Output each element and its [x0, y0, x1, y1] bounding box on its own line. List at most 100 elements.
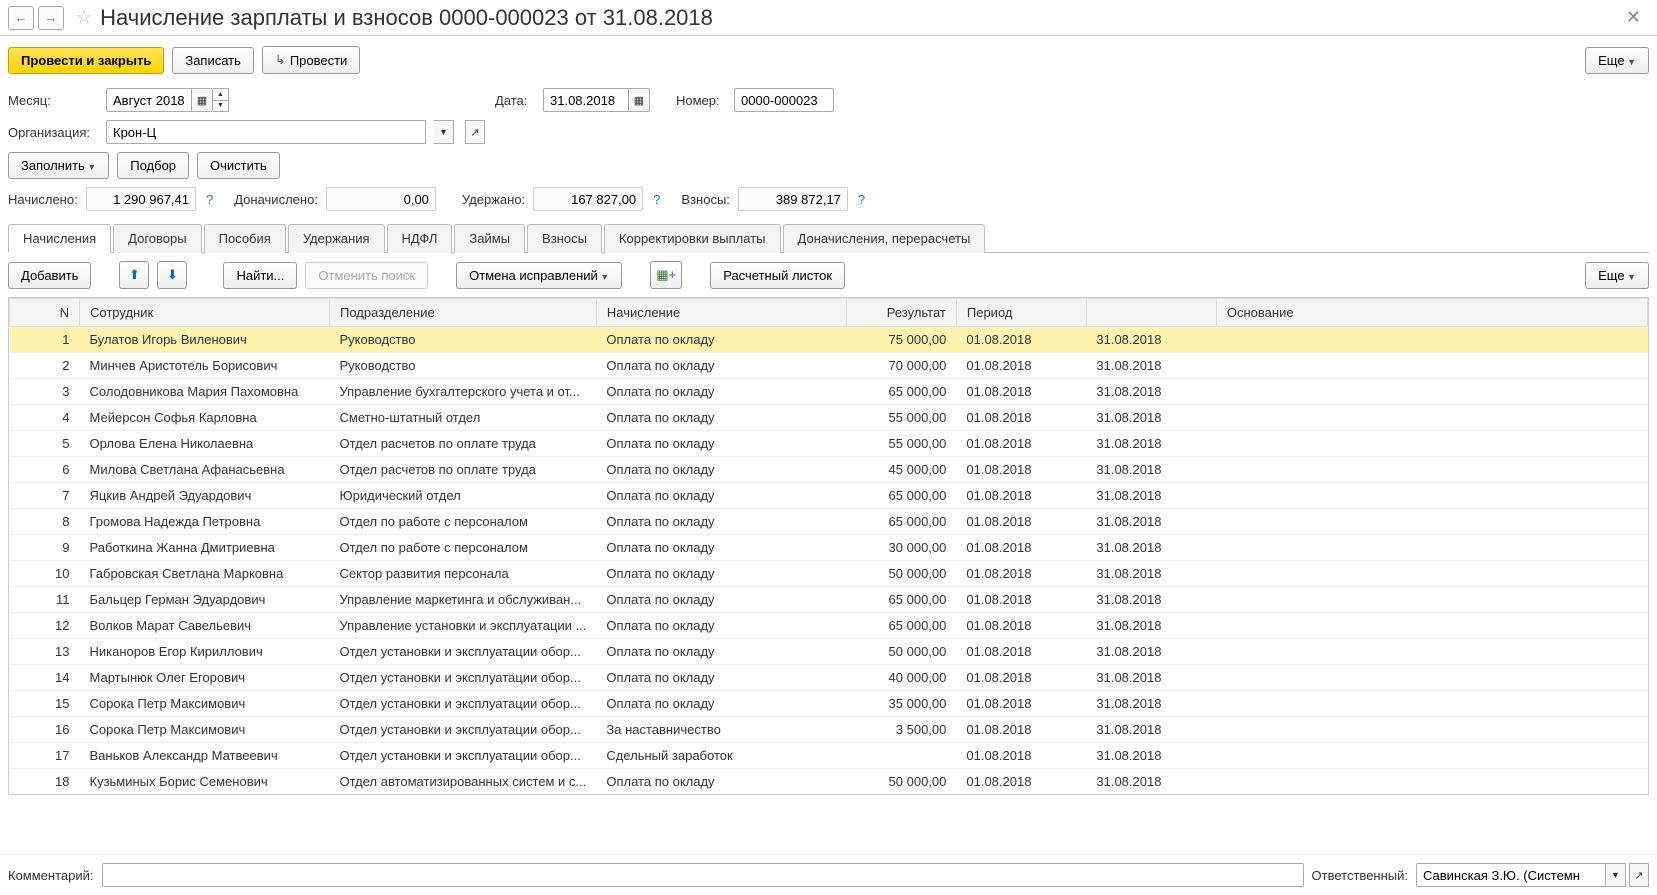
cell-n: 11: [10, 587, 80, 613]
header-period[interactable]: Период: [956, 299, 1086, 327]
page-title: Начисление зарплаты и взносов 0000-00002…: [100, 5, 713, 31]
cell-employee: Сорока Петр Максимович: [80, 717, 330, 743]
table-row[interactable]: 7Яцкив Андрей ЭдуардовичЮридический отде…: [10, 483, 1648, 509]
open-ref-icon[interactable]: ↗: [465, 120, 485, 144]
cell-n: 14: [10, 665, 80, 691]
nav-back-button[interactable]: ←: [8, 6, 34, 30]
table-row[interactable]: 9Работкина Жанна ДмитриевнаОтдел по рабо…: [10, 535, 1648, 561]
tab-loans[interactable]: Займы: [454, 224, 525, 253]
tab-recalc[interactable]: Доначисления, перерасчеты: [783, 224, 986, 253]
tab-adjust[interactable]: Корректировки выплаты: [604, 224, 781, 253]
header-dept[interactable]: Подразделение: [330, 299, 597, 327]
columns-settings-button[interactable]: ▦+: [650, 261, 682, 289]
comment-label: Комментарий:: [8, 868, 94, 883]
header-n[interactable]: N: [10, 299, 80, 327]
cell-result: 70 000,00: [846, 353, 956, 379]
tab-contributions[interactable]: Взносы: [527, 224, 602, 253]
fill-button[interactable]: Заполнить: [8, 152, 109, 179]
table-row[interactable]: 17Ваньков Александр МатвеевичОтдел устан…: [10, 743, 1648, 769]
cell-dept: Руководство: [330, 327, 597, 353]
table-more-button[interactable]: Еще: [1585, 262, 1649, 289]
date-label: Дата:: [495, 93, 535, 108]
table-row[interactable]: 11Бальцер Герман ЭдуардовичУправление ма…: [10, 587, 1648, 613]
cell-period-to: 31.08.2018: [1086, 379, 1216, 405]
find-button[interactable]: Найти...: [223, 262, 297, 289]
cell-basis: [1216, 483, 1647, 509]
cell-period-to: 31.08.2018: [1086, 483, 1216, 509]
move-up-button[interactable]: ⬆: [119, 261, 149, 289]
save-button[interactable]: Записать: [172, 47, 254, 74]
more-button[interactable]: Еще: [1585, 47, 1649, 74]
cell-period-to: 31.08.2018: [1086, 665, 1216, 691]
post-and-close-button[interactable]: Провести и закрыть: [8, 47, 164, 74]
cell-dept: Отдел расчетов по оплате труда: [330, 431, 597, 457]
chevron-down-icon[interactable]: ▼: [1606, 863, 1626, 887]
cell-dept: Отдел расчетов по оплате труда: [330, 457, 597, 483]
cell-basis: [1216, 769, 1647, 795]
table-row[interactable]: 2Минчев Аристотель БорисовичРуководствоО…: [10, 353, 1648, 379]
table-row[interactable]: 15Сорока Петр МаксимовичОтдел установки …: [10, 691, 1648, 717]
month-input[interactable]: [106, 88, 191, 112]
clear-button[interactable]: Очистить: [197, 152, 280, 179]
cell-employee: Яцкив Андрей Эдуардович: [80, 483, 330, 509]
cell-employee: Сорока Петр Максимович: [80, 691, 330, 717]
responsible-input[interactable]: [1416, 863, 1606, 887]
cell-n: 2: [10, 353, 80, 379]
favorite-star-icon[interactable]: ☆: [76, 7, 92, 28]
tab-ndfl[interactable]: НДФЛ: [387, 224, 453, 253]
table-row[interactable]: 12Волков Марат СавельевичУправление уста…: [10, 613, 1648, 639]
nav-forward-button[interactable]: →: [38, 6, 64, 30]
month-spin[interactable]: ▲▼: [213, 88, 229, 112]
table-row[interactable]: 8Громова Надежда ПетровнаОтдел по работе…: [10, 509, 1648, 535]
tab-accruals[interactable]: Начисления: [8, 224, 111, 253]
chevron-down-icon[interactable]: ▼: [434, 120, 454, 144]
table-row[interactable]: 13Никаноров Егор КирилловичОтдел установ…: [10, 639, 1648, 665]
calendar-icon[interactable]: ▦: [628, 88, 650, 112]
header-basis[interactable]: Основание: [1216, 299, 1647, 327]
table-row[interactable]: 5Орлова Елена НиколаевнаОтдел расчетов п…: [10, 431, 1648, 457]
help-icon[interactable]: ?: [653, 192, 660, 207]
header-result[interactable]: Результат: [846, 299, 956, 327]
header-calc[interactable]: Начисление: [596, 299, 846, 327]
cell-dept: Отдел установки и эксплуатации обор...: [330, 717, 597, 743]
cell-period-from: 01.08.2018: [956, 639, 1086, 665]
help-icon[interactable]: ?: [206, 192, 213, 207]
table-row[interactable]: 18Кузьминых Борис СеменовичОтдел автомат…: [10, 769, 1648, 795]
table-row[interactable]: 1Булатов Игорь ВиленовичРуководствоОплат…: [10, 327, 1648, 353]
comment-input[interactable]: [102, 863, 1304, 887]
header-period2[interactable]: [1086, 299, 1216, 327]
cell-dept: Отдел по работе с персоналом: [330, 535, 597, 561]
cell-dept: Управление бухгалтерского учета и от...: [330, 379, 597, 405]
table-row[interactable]: 10Габровская Светлана МарковнаСектор раз…: [10, 561, 1648, 587]
cancel-fix-button[interactable]: Отмена исправлений: [456, 262, 622, 289]
table-row[interactable]: 14Мартынюк Олег ЕгоровичОтдел установки …: [10, 665, 1648, 691]
tab-contracts[interactable]: Договоры: [113, 224, 201, 253]
add-button[interactable]: Добавить: [8, 262, 91, 289]
table-row[interactable]: 3Солодовникова Мария ПахомовнаУправление…: [10, 379, 1648, 405]
header-employee[interactable]: Сотрудник: [80, 299, 330, 327]
tab-withholdings[interactable]: Удержания: [288, 224, 385, 253]
accrued-value: [86, 187, 196, 211]
post-button[interactable]: ↳ Провести: [262, 46, 360, 74]
date-input[interactable]: [543, 88, 628, 112]
org-input[interactable]: [106, 120, 426, 144]
cell-employee: Бальцер Герман Эдуардович: [80, 587, 330, 613]
number-input[interactable]: [734, 88, 834, 112]
cell-result: 3 500,00: [846, 717, 956, 743]
table-scroll-area[interactable]: N Сотрудник Подразделение Начисление Рез…: [9, 298, 1648, 794]
payslip-button[interactable]: Расчетный листок: [710, 262, 845, 289]
cell-n: 16: [10, 717, 80, 743]
open-ref-icon[interactable]: ↗: [1629, 863, 1649, 887]
tab-benefits[interactable]: Пособия: [204, 224, 286, 253]
table-row[interactable]: 6Милова Светлана АфанасьевнаОтдел расчет…: [10, 457, 1648, 483]
help-icon[interactable]: ?: [858, 192, 865, 207]
calendar-icon[interactable]: ▦: [191, 88, 213, 112]
move-down-button[interactable]: ⬇: [157, 261, 187, 289]
pick-button[interactable]: Подбор: [117, 152, 189, 179]
table-row[interactable]: 4Мейерсон Софья КарловнаСметно-штатный о…: [10, 405, 1648, 431]
table-row[interactable]: 16Сорока Петр МаксимовичОтдел установки …: [10, 717, 1648, 743]
cell-dept: Отдел установки и эксплуатации обор...: [330, 743, 597, 769]
accrued-label: Начислено:: [8, 192, 78, 207]
close-icon[interactable]: ✕: [1618, 7, 1649, 28]
cell-calc: Оплата по окладу: [596, 405, 846, 431]
